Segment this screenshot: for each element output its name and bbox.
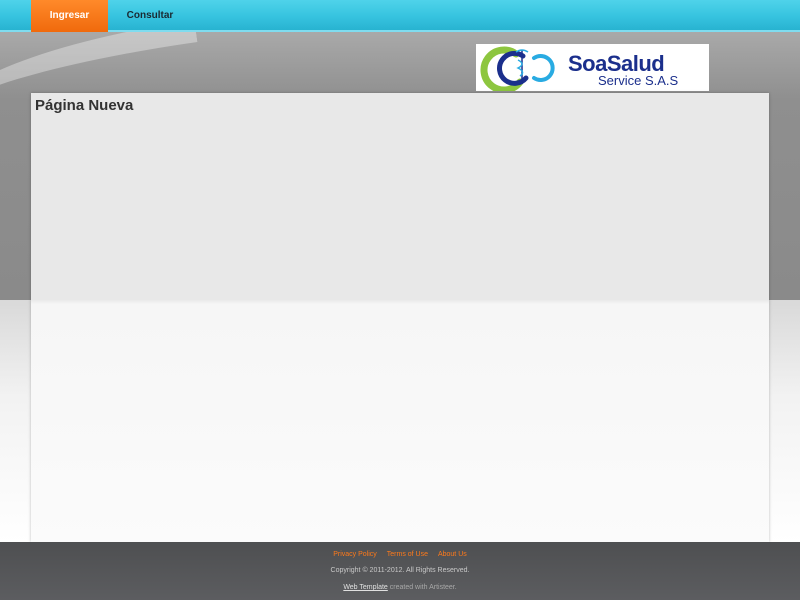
copyright-text: Copyright © 2011-2012. All Rights Reserv… — [330, 567, 470, 574]
logo-brand-text: SoaSalud — [568, 51, 665, 76]
footer-link-privacy-policy[interactable]: Privacy Policy — [333, 551, 377, 558]
credits-text: created with Artisteer. — [389, 584, 457, 591]
nav-item-consultar[interactable]: Consultar — [110, 0, 190, 32]
soasalud-logo: SoaSalud Service S.A.S — [476, 44, 709, 91]
content-sheet: Página Nueva — [31, 93, 769, 542]
footer-link-about-us[interactable]: About Us — [438, 551, 467, 558]
footer-link-terms-of-use[interactable]: Terms of Use — [387, 551, 428, 558]
footer-links: Privacy Policy Terms of Use About Us — [0, 551, 800, 558]
logo-tagline-text: Service S.A.S — [598, 73, 679, 88]
caduceus-logo-icon — [480, 46, 555, 91]
nav-item-ingresar[interactable]: Ingresar — [31, 0, 108, 32]
top-nav-bar: Ingresar Consultar — [0, 0, 800, 32]
page-title: Página Nueva — [35, 97, 134, 114]
footer: Privacy Policy Terms of Use About Us Cop… — [0, 542, 800, 600]
web-template-link[interactable]: Web Template — [343, 584, 388, 591]
credits-line: Web Template created with Artisteer. — [0, 584, 800, 591]
